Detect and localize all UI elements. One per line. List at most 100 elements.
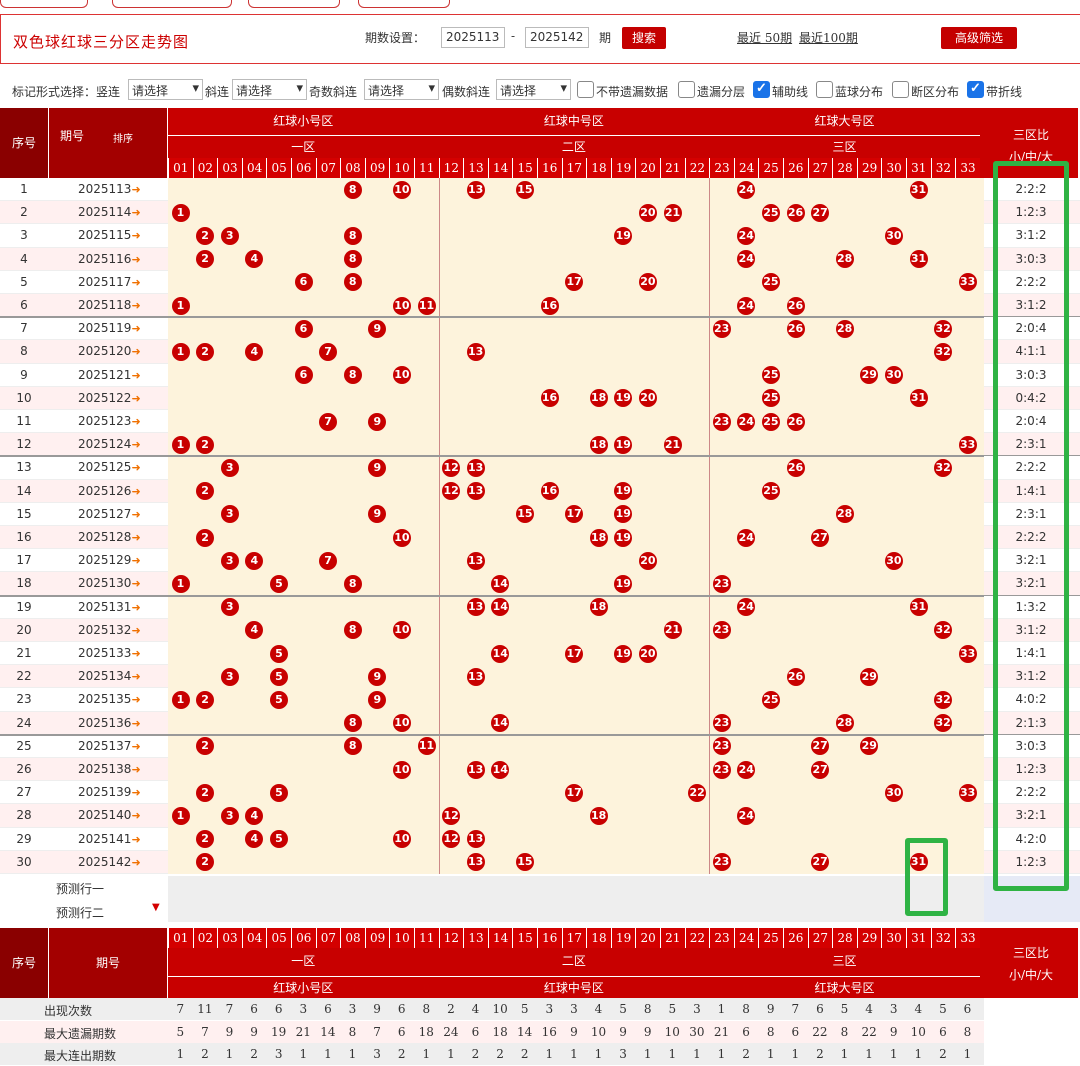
row-period[interactable]: 2025122➜ [78, 391, 141, 405]
zone-name: 红球小号区 [273, 114, 334, 128]
period-from-input[interactable]: 2025113 [441, 27, 505, 48]
row-period[interactable]: 2025121➜ [78, 368, 141, 382]
tab-2[interactable] [112, 0, 232, 8]
arrow-icon: ➜ [131, 554, 141, 568]
drawn-ball: 20 [638, 551, 657, 570]
stats-value: 1 [840, 1047, 849, 1062]
drawn-ball: 25 [761, 366, 780, 385]
drawn-ball: 27 [811, 203, 830, 222]
drawn-ball: 9 [368, 412, 387, 431]
advanced-filter-button[interactable]: 高级筛选 [941, 27, 1017, 49]
row-period[interactable]: 2025134➜ [78, 669, 141, 683]
stats-value: 1 [643, 1047, 652, 1062]
row-period[interactable]: 2025129➜ [78, 553, 141, 567]
zone-sub-footer: 三区 [832, 954, 857, 968]
number-footer: 19 [610, 928, 636, 948]
blue-dist-checkbox[interactable] [816, 81, 833, 98]
row-period[interactable]: 2025126➜ [78, 484, 141, 498]
even-diag-select[interactable]: 请选择 [496, 79, 571, 100]
row-period[interactable]: 2025119➜ [78, 321, 141, 335]
search-button[interactable]: 搜索 [622, 27, 666, 49]
row-period[interactable]: 2025128➜ [78, 530, 141, 544]
polyline-checkbox[interactable] [967, 81, 984, 98]
stats-value: 6 [274, 1002, 283, 1016]
stats-value: 5 [619, 1002, 627, 1016]
drawn-ball: 13 [466, 830, 485, 849]
row-period[interactable]: 2025137➜ [78, 739, 141, 753]
drawn-ball: 31 [909, 598, 928, 617]
drawn-ball: 17 [565, 783, 584, 802]
tab-1[interactable] [0, 0, 88, 8]
tab-3[interactable] [248, 0, 340, 8]
row-period[interactable]: 2025114➜ [78, 205, 141, 219]
drawn-ball: 5 [269, 830, 288, 849]
tab-4[interactable] [358, 0, 450, 8]
diag-select[interactable]: 请选择 [232, 79, 307, 100]
stats-value: 4 [471, 1002, 480, 1016]
row-period[interactable]: 2025127➜ [78, 507, 141, 521]
stats-value: 9 [250, 1024, 258, 1039]
row-period[interactable]: 2025136➜ [78, 716, 141, 730]
no-miss-label: 不带遗漏数据 [596, 85, 669, 99]
stats-value: 21 [295, 1024, 311, 1039]
stats-value: 1 [299, 1047, 308, 1062]
drawn-ball: 19 [614, 528, 633, 547]
number-header: 17 [561, 158, 587, 178]
recent-50-link[interactable]: 最近 50期 [737, 29, 792, 46]
row-period[interactable]: 2025117➜ [78, 275, 141, 289]
drawn-ball: 27 [811, 760, 830, 779]
stats-value: 7 [176, 1002, 185, 1016]
arrow-icon: ➜ [131, 206, 141, 220]
row-period[interactable]: 2025115➜ [78, 228, 141, 242]
miss-layer-checkbox[interactable] [678, 81, 695, 98]
row-period[interactable]: 2025125➜ [78, 460, 141, 474]
no-miss-checkbox[interactable] [577, 81, 594, 98]
sort-button[interactable]: 排序 [108, 130, 138, 145]
row-period[interactable]: 2025116➜ [78, 252, 141, 266]
stats-value: 6 [742, 1024, 750, 1039]
stats-value: 5 [176, 1024, 185, 1039]
stats-value: 1 [422, 1047, 431, 1062]
row-period[interactable]: 2025135➜ [78, 692, 141, 706]
stats-value: 6 [963, 1002, 972, 1016]
odd-diag-select[interactable]: 请选择 [364, 79, 439, 100]
row-period[interactable]: 2025120➜ [78, 344, 141, 358]
aux-line-checkbox[interactable] [753, 81, 770, 98]
stats-value: 30 [689, 1024, 705, 1039]
row-period[interactable]: 2025138➜ [78, 762, 141, 776]
vertical-select[interactable]: 请选择 [128, 79, 203, 100]
arrow-icon: ➜ [131, 438, 141, 452]
predict-row-2[interactable]: 预测行二 [56, 904, 104, 921]
row-period[interactable]: 2025131➜ [78, 600, 141, 614]
period-to-input[interactable]: 2025142 [525, 27, 589, 48]
predict-row-1[interactable]: 预测行一 [56, 880, 104, 897]
row-period[interactable]: 2025140➜ [78, 808, 141, 822]
row-period[interactable]: 2025139➜ [78, 785, 141, 799]
drawn-ball: 11 [417, 296, 436, 315]
drawn-ball: 33 [958, 435, 977, 454]
row-seq: 27 [16, 785, 32, 800]
row-period[interactable]: 2025123➜ [78, 414, 141, 428]
row-period[interactable]: 2025141➜ [78, 832, 141, 846]
row-period[interactable]: 2025142➜ [78, 855, 141, 869]
drawn-ball: 5 [269, 644, 288, 663]
row-period[interactable]: 2025130➜ [78, 576, 141, 590]
row-seq: 6 [20, 298, 28, 312]
group-line [0, 455, 1080, 458]
row-period[interactable]: 2025124➜ [78, 437, 141, 451]
stats-value: 6 [939, 1024, 947, 1039]
drawn-ball: 10 [392, 830, 411, 849]
arrow-icon: ➜ [131, 600, 141, 614]
number-footer: 12 [438, 928, 464, 948]
drawn-ball: 8 [343, 621, 362, 640]
row-period[interactable]: 2025113➜ [78, 182, 141, 196]
recent-100-link[interactable]: 最近100期 [799, 29, 858, 46]
drawn-ball: 20 [638, 203, 657, 222]
number-footer: 15 [512, 928, 537, 948]
row-period[interactable]: 2025132➜ [78, 623, 141, 637]
row-period[interactable]: 2025118➜ [78, 298, 141, 312]
stats-value: 4 [914, 1002, 923, 1016]
break-dist-checkbox[interactable] [892, 81, 909, 98]
predict-down-icon[interactable]: ▼ [152, 902, 160, 913]
row-period[interactable]: 2025133➜ [78, 646, 141, 660]
